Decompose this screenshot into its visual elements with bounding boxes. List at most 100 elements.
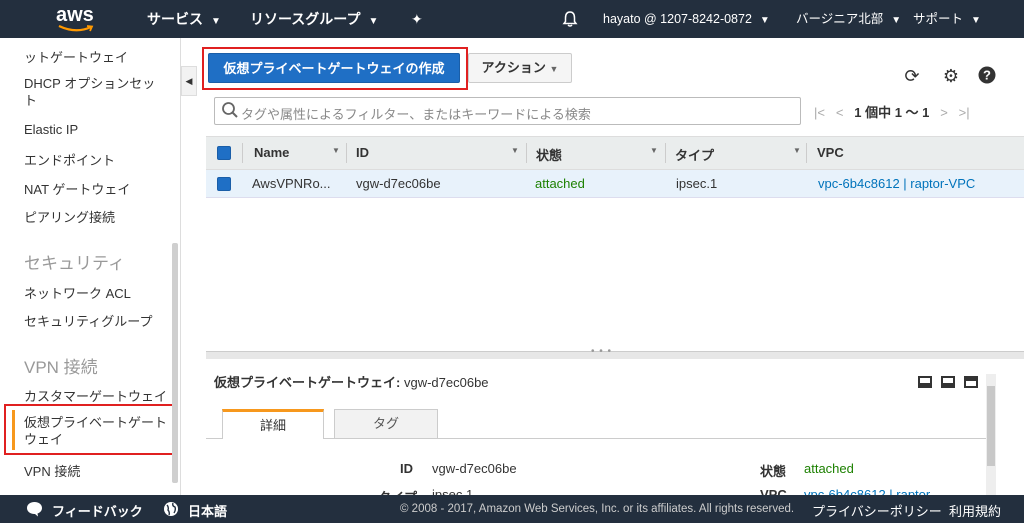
sidebar-item-elastic-ip[interactable]: Elastic IP	[24, 122, 78, 137]
speech-bubble-icon	[27, 502, 42, 517]
row-checkbox[interactable]	[217, 177, 231, 191]
search-icon	[222, 102, 238, 118]
column-divider	[242, 143, 243, 163]
sort-icon[interactable]: ▼	[793, 146, 801, 155]
highlight-box	[202, 47, 468, 90]
aws-smile-icon	[58, 25, 94, 32]
region-menu[interactable]: バージニア北部 ▼	[796, 0, 901, 38]
sort-icon[interactable]: ▼	[332, 146, 340, 155]
detail-scrollbar[interactable]	[986, 374, 996, 495]
copyright-text: © 2008 - 2017, Amazon Web Services, Inc.…	[400, 503, 795, 515]
table-row[interactable]: AwsVPNRo... vgw-d7ec06be attached ipsec.…	[206, 170, 1024, 198]
column-header-state[interactable]: 状態	[536, 145, 562, 164]
pane-bottom-icon[interactable]	[918, 376, 932, 388]
column-header-name[interactable]: Name	[254, 145, 289, 160]
feedback-link[interactable]: フィードバック	[52, 501, 143, 520]
cell-id: vgw-d7ec06be	[356, 176, 441, 191]
sidebar-item-customer-gateway[interactable]: カスタマーゲートウェイ	[24, 386, 167, 405]
pane-splitter[interactable]: • • •	[206, 346, 1024, 359]
field-state-label: 状態	[760, 464, 787, 479]
services-menu[interactable]: サービス ▼	[147, 0, 221, 38]
main-content: 仮想プライベートゲートウェイの作成 アクション ▼ ⟳ ⚙ ? タグや属性による…	[198, 38, 1024, 505]
highlight-box	[4, 404, 178, 455]
chevron-down-icon: ▼	[891, 15, 902, 26]
help-icon[interactable]: ?	[978, 66, 996, 84]
account-label: hayato @ 1207-8242-0872	[603, 12, 752, 26]
detail-title-value: vgw-d7ec06be	[403, 375, 489, 390]
field-id-value: vgw-d7ec06be	[432, 461, 517, 476]
drag-handle-icon[interactable]: • • •	[591, 346, 612, 357]
account-menu[interactable]: hayato @ 1207-8242-0872 ▼	[603, 0, 770, 38]
terms-link[interactable]: 利用規約	[949, 501, 1001, 520]
bell-icon[interactable]	[561, 10, 579, 28]
sidebar-item-peering[interactable]: ピアリング接続	[24, 207, 115, 226]
detail-title: 仮想プライベートゲートウェイ: vgw-d7ec06be	[214, 372, 489, 391]
sidebar-heading-vpn: VPN 接続	[24, 358, 98, 377]
first-page-icon[interactable]: |<	[814, 105, 825, 120]
refresh-icon[interactable]: ⟳	[902, 66, 922, 86]
resource-groups-label: リソースグループ	[250, 11, 361, 27]
select-all-checkbox[interactable]	[217, 146, 231, 160]
detail-title-label: 仮想プライベートゲートウェイ:	[214, 375, 401, 390]
sidebar-scrollbar[interactable]	[172, 243, 178, 483]
resource-groups-menu[interactable]: リソースグループ ▼	[250, 0, 378, 38]
scrollbar-thumb[interactable]	[987, 386, 995, 466]
field-state-value: attached	[804, 461, 854, 476]
prev-page-icon[interactable]: <	[836, 105, 844, 120]
sidebar-item-endpoints[interactable]: エンドポイント	[24, 150, 115, 169]
privacy-link[interactable]: プライバシーポリシー	[812, 501, 942, 520]
cell-state: attached	[535, 176, 585, 191]
column-header-id[interactable]: ID	[356, 145, 369, 160]
next-page-icon[interactable]: >	[940, 105, 948, 120]
table-header: Name ▼ ID ▼ 状態 ▼ タイプ ▼ VPC	[206, 136, 1024, 170]
pagination: |< < 1 個中 1 ～ 1 > >|	[814, 102, 970, 121]
chevron-down-icon: ▼	[759, 15, 770, 26]
chevron-down-icon: ▼	[368, 16, 379, 27]
language-selector[interactable]: 日本語	[188, 501, 227, 520]
actions-button[interactable]: アクション ▼	[468, 53, 572, 83]
chevron-down-icon: ▼	[211, 16, 221, 27]
aws-logo[interactable]: aws	[56, 4, 100, 34]
sidebar-item-dhcp-options[interactable]: DHCP オプションセット	[24, 75, 164, 109]
field-id-label: ID	[400, 461, 413, 476]
actions-label: アクション	[481, 60, 546, 75]
svg-text:?: ?	[983, 68, 991, 83]
cell-type: ipsec.1	[676, 176, 718, 191]
tab-tags[interactable]: タグ	[334, 409, 438, 439]
pin-icon[interactable]: ✦	[411, 0, 423, 38]
globe-icon	[164, 502, 178, 516]
column-header-type[interactable]: タイプ	[675, 145, 714, 164]
sidebar-item-vpn-connections[interactable]: VPN 接続	[24, 461, 80, 480]
sidebar-item-network-acl[interactable]: ネットワーク ACL	[24, 283, 131, 302]
region-label: バージニア北部	[796, 12, 884, 26]
sidebar: ットゲートウェイ DHCP オプションセット Elastic IP エンドポイン…	[0, 38, 181, 495]
tab-details[interactable]: 詳細	[222, 409, 324, 439]
column-divider	[806, 143, 807, 163]
cell-name: AwsVPNRo...	[252, 176, 331, 191]
chevron-down-icon: ▼	[971, 15, 981, 26]
column-divider	[526, 143, 527, 163]
aws-logo-text: aws	[56, 4, 94, 26]
sidebar-heading-security: セキュリティ	[24, 254, 125, 273]
services-label: サービス	[147, 11, 203, 27]
collapse-sidebar-button[interactable]: ◀	[181, 66, 197, 96]
sort-icon[interactable]: ▼	[511, 146, 519, 155]
sidebar-item-security-groups[interactable]: セキュリティグループ	[24, 311, 152, 330]
pane-full-icon[interactable]	[964, 376, 978, 388]
last-page-icon[interactable]: >|	[959, 105, 970, 120]
support-menu[interactable]: サポート ▼	[913, 0, 981, 38]
column-divider	[346, 143, 347, 163]
chevron-down-icon: ▼	[549, 64, 559, 74]
sort-icon[interactable]: ▼	[650, 146, 658, 155]
column-header-vpc[interactable]: VPC	[817, 145, 844, 160]
sidebar-item-nat-gateway[interactable]: NAT ゲートウェイ	[24, 179, 130, 198]
search-placeholder: タグや属性によるフィルター、またはキーワードによる検索	[241, 107, 591, 122]
cell-vpc-link[interactable]: vpc-6b4c8612 | raptor-VPC	[818, 176, 975, 191]
page-range: 1 個中 1 ～ 1	[854, 105, 930, 120]
sidebar-item-internet-gateway[interactable]: ットゲートウェイ	[24, 47, 128, 66]
search-input[interactable]: タグや属性によるフィルター、またはキーワードによる検索	[214, 97, 801, 125]
gear-icon[interactable]: ⚙	[941, 66, 961, 86]
pane-half-icon[interactable]	[941, 376, 955, 388]
support-label: サポート	[913, 12, 964, 26]
top-navigation-bar: aws サービス ▼ リソースグループ ▼ ✦ hayato @ 1207-8242…	[0, 0, 1024, 38]
